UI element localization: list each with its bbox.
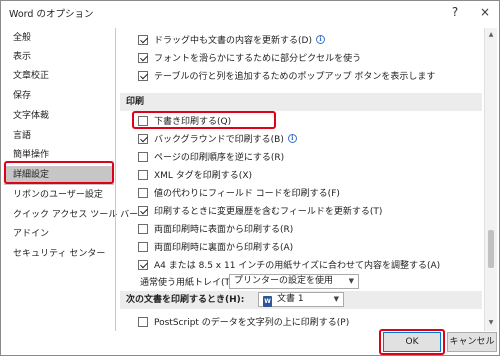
option-label: バックグラウンドで印刷する(B) — [154, 135, 284, 145]
checkbox[interactable] — [138, 70, 148, 81]
option-label: ドラッグ中も文書の内容を更新する(D) — [154, 36, 312, 46]
option-label: 両面印刷時に裏面から印刷する(A) — [154, 243, 294, 253]
sidebar-item-general[interactable]: 全般 — [4, 29, 114, 48]
print-section-header: 印刷 — [120, 93, 482, 111]
window-title: Word のオプション — [9, 9, 94, 20]
word-document-icon: W — [263, 296, 272, 307]
options-content: ドラッグ中も文書の内容を更新する(D) i フォントを滑らかにするために部分ピク… — [118, 28, 483, 331]
sidebar-item-addins[interactable]: アドイン — [4, 225, 114, 244]
checkbox[interactable] — [138, 223, 148, 234]
option-label: XML タグを印刷する(X) — [154, 171, 252, 181]
scroll-thumb[interactable] — [488, 230, 494, 268]
option-label: 印刷するときに変更履歴を含むフィールドを更新する(T) — [154, 207, 383, 217]
tray-label: 通常使う用紙トレイ(T): — [140, 278, 237, 288]
checkbox[interactable] — [138, 187, 148, 198]
option-row[interactable]: PostScript のデータを文字列の上に印刷する(P) — [138, 313, 349, 330]
cancel-button[interactable]: キャンセル — [447, 332, 497, 352]
option-row[interactable]: 印刷するときに変更履歴を含むフィールドを更新する(T) — [138, 202, 382, 219]
option-label: ページの印刷順序を逆にする(R) — [154, 153, 285, 163]
option-row[interactable]: テーブルの行と列を追加するためのポップアップ ボタンを表示します — [138, 67, 435, 84]
option-row[interactable]: 両面印刷時に表面から印刷する(R) — [138, 220, 293, 237]
option-label: テーブルの行と列を追加するためのポップアップ ボタンを表示します — [154, 72, 436, 82]
chevron-down-icon: ▼ — [348, 277, 354, 285]
document-select[interactable]: W 文書 1 ▼ — [258, 292, 344, 307]
scroll-down-icon[interactable]: ▼ — [485, 317, 497, 329]
title-bar: Word のオプション ? × — [1, 1, 499, 23]
option-label: PostScript のデータを文字列の上に印刷する(P) — [154, 318, 350, 328]
doc-section-label: 次の文書を印刷するとき(H): — [126, 295, 245, 305]
word-options-dialog: Word のオプション ? × 全般 表示 文章校正 保存 文字体裁 言語 簡単… — [0, 0, 500, 356]
checkbox[interactable] — [138, 52, 148, 63]
option-row[interactable]: 値の代わりにフィールド コードを印刷する(F) — [138, 184, 340, 201]
checkbox[interactable] — [138, 34, 148, 45]
sidebar-item-proofing[interactable]: 文章校正 — [4, 67, 114, 86]
checkbox[interactable] — [138, 133, 148, 144]
draft-print-highlight-box — [132, 111, 276, 129]
sidebar-item-save[interactable]: 保存 — [4, 87, 114, 106]
info-icon: i — [315, 35, 325, 44]
info-icon: i — [287, 134, 297, 143]
option-label: 値の代わりにフィールド コードを印刷する(F) — [154, 189, 340, 199]
checkbox[interactable] — [138, 151, 148, 162]
close-button[interactable]: × — [475, 3, 495, 21]
document-select-value: 文書 1 — [277, 294, 304, 304]
sidebar-item-typography[interactable]: 文字体裁 — [4, 107, 114, 126]
option-row[interactable]: フォントを滑らかにするために部分ピクセルを使う — [138, 49, 361, 66]
sidebar-item-customize-ribbon[interactable]: リボンのユーザー設定 — [4, 186, 114, 205]
checkbox[interactable] — [138, 259, 148, 270]
sidebar-item-display[interactable]: 表示 — [4, 48, 114, 67]
option-row[interactable]: ドラッグ中も文書の内容を更新する(D) i — [138, 31, 325, 48]
option-label: A4 または 8.5 x 11 インチの用紙サイズに合わせて内容を調整する(A) — [154, 261, 441, 271]
advanced-highlight-box — [4, 161, 114, 184]
option-row[interactable]: XML タグを印刷する(X) — [138, 166, 252, 183]
option-row[interactable]: バックグラウンドで印刷する(B) i — [138, 130, 297, 147]
sidebar-item-language[interactable]: 言語 — [4, 127, 114, 146]
chevron-down-icon: ▼ — [333, 295, 339, 303]
help-button[interactable]: ? — [445, 3, 465, 21]
checkbox[interactable] — [138, 241, 148, 252]
scroll-up-icon[interactable]: ▲ — [485, 29, 497, 41]
content-scrollbar[interactable]: ▲ ▼ — [484, 28, 497, 331]
sidebar-item-quick-access-toolbar[interactable]: クイック アクセス ツール バー — [4, 206, 138, 225]
option-row[interactable]: ページの印刷順序を逆にする(R) — [138, 148, 284, 165]
checkbox[interactable] — [138, 205, 148, 216]
sidebar-item-trust-center[interactable]: セキュリティ センター — [4, 245, 114, 264]
tray-select-value: プリンターの設定を使用 — [234, 276, 334, 286]
sidebar-divider — [115, 28, 116, 331]
option-row[interactable]: 両面印刷時に裏面から印刷する(A) — [138, 238, 293, 255]
tray-row: 通常使う用紙トレイ(T): — [140, 273, 237, 290]
option-label: 両面印刷時に表面から印刷する(R) — [154, 225, 294, 235]
option-row[interactable]: A4 または 8.5 x 11 インチの用紙サイズに合わせて内容を調整する(A) — [138, 256, 440, 273]
tray-select[interactable]: プリンターの設定を使用 ▼ — [229, 274, 359, 289]
option-label: フォントを滑らかにするために部分ピクセルを使う — [154, 54, 362, 64]
checkbox[interactable] — [138, 169, 148, 180]
ok-highlight-box — [379, 329, 445, 355]
checkbox[interactable] — [138, 316, 148, 327]
